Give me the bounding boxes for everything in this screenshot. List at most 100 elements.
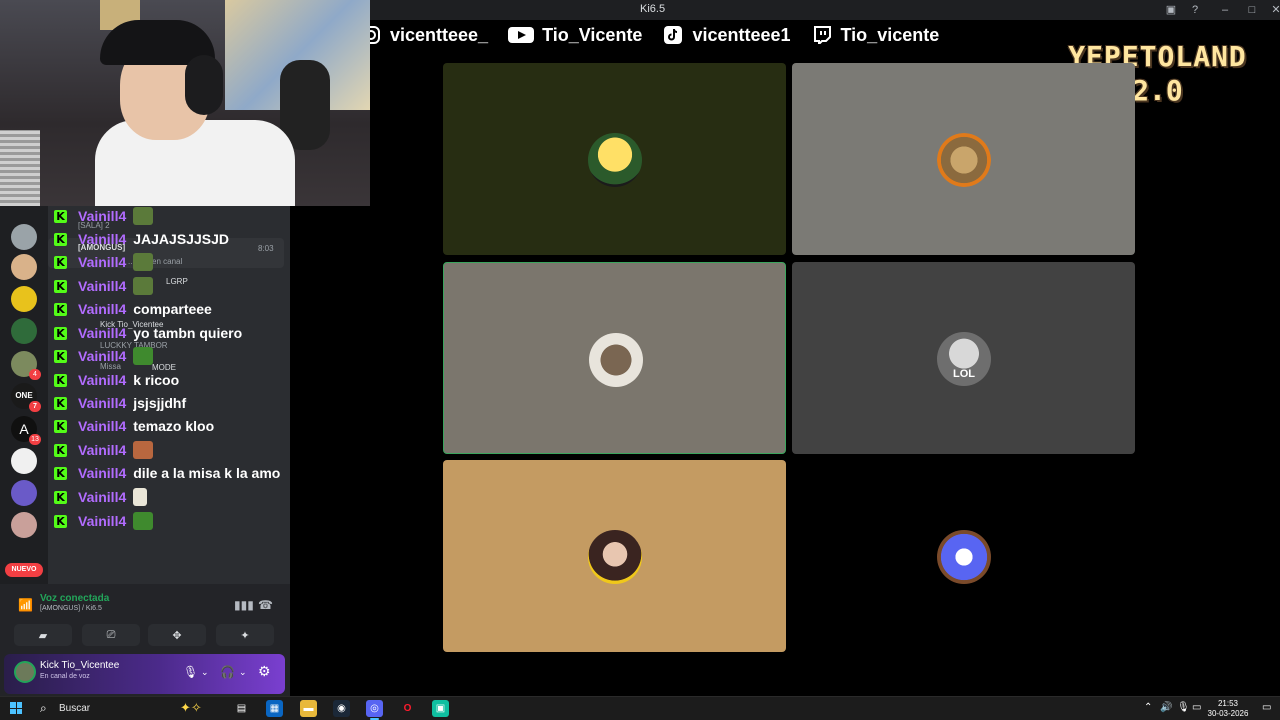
microphone-icon[interactable]: 🎙 — [183, 665, 198, 679]
chevron-down-icon[interactable]: ⌄ — [239, 667, 247, 678]
discord-icon[interactable]: ◎ — [366, 700, 383, 720]
tile-user-1[interactable] — [443, 63, 786, 255]
goose-emote — [133, 488, 148, 506]
signal-icon[interactable]: 📶 — [18, 598, 33, 612]
chat-message: K Vainill4 comparteee — [54, 299, 212, 319]
tile-user-6[interactable] — [792, 460, 1135, 652]
chevron-down-icon[interactable]: ⌄ — [201, 667, 209, 678]
ghost-lgrp: LGRP — [166, 277, 188, 286]
system-clock[interactable]: 21:53 30-03-2026 — [1206, 699, 1250, 719]
participant-avatar — [588, 133, 642, 187]
participant-avatar — [588, 530, 642, 584]
file-explorer-icon[interactable]: ▬ — [300, 700, 317, 717]
unread-badge: 4 — [29, 369, 41, 380]
kick-icon: K — [54, 419, 67, 433]
window-title: Ki6.5 — [640, 3, 666, 15]
sparkle-icon[interactable]: ✦✧ — [180, 700, 202, 716]
minimize-icon[interactable]: – — [1218, 3, 1232, 17]
chat-username: Vainill4 — [78, 348, 127, 364]
chevron-up-icon[interactable]: ⌃ — [1144, 702, 1152, 713]
disconnect-icon[interactable]: ☎ — [258, 598, 273, 612]
server-icon-one[interactable]: ONE 7 — [11, 383, 41, 412]
headphones — [185, 55, 223, 115]
tile-user-5[interactable] — [443, 460, 786, 652]
activities-button[interactable]: ✥ — [148, 624, 206, 646]
windows-start-icon[interactable] — [10, 702, 22, 714]
avatar-caption: LOL — [953, 368, 975, 380]
pepe-emote — [133, 347, 154, 365]
chat-text: comparteee — [133, 301, 212, 317]
task-view-icon[interactable]: ▤ — [233, 700, 250, 717]
kick-icon: K — [54, 396, 67, 410]
help-icon[interactable]: ? — [1188, 3, 1202, 17]
youtube-handle: Tio_Vicente — [542, 24, 643, 45]
chat-message: K Vainill4 — [54, 206, 154, 226]
server-icon[interactable] — [11, 224, 37, 250]
social-tiktok: vicentteee1 — [662, 24, 791, 46]
unread-badge: 7 — [29, 401, 41, 412]
network-icon[interactable]: ▭ — [1192, 702, 1201, 713]
soundboard-button[interactable]: ✦ — [216, 624, 274, 646]
avatar[interactable] — [14, 661, 36, 683]
chat-username: Vainill4 — [78, 278, 127, 294]
server-icon[interactable] — [11, 448, 37, 474]
server-icon[interactable] — [11, 512, 37, 538]
chat-username: Vainill4 — [78, 301, 127, 317]
frog-emote — [133, 207, 154, 225]
tile-user-4[interactable]: LOL — [792, 262, 1135, 454]
noise-suppression-icon[interactable]: ▮▮▮ — [234, 598, 254, 612]
chat-username: Vainill4 — [78, 395, 127, 411]
tile-user-3[interactable] — [443, 262, 786, 454]
ghost-time: 8:03 — [258, 244, 274, 253]
new-servers-pill[interactable]: NUEVO — [5, 563, 43, 577]
social-youtube: Tio_Vicente — [508, 25, 642, 46]
tiktok-handle: vicentteee1 — [692, 24, 791, 45]
close-icon[interactable]: ✕ — [1269, 3, 1280, 17]
tile-user-2[interactable] — [792, 63, 1135, 255]
chat-username: Vainill4 — [78, 325, 127, 341]
pepe-emote — [133, 512, 154, 530]
headphones-icon[interactable]: 🎧 — [220, 665, 235, 679]
store-icon[interactable]: ▦ — [266, 700, 283, 717]
server-icon[interactable]: 4 — [11, 351, 41, 380]
chat-message: K Vainill4 temazo kloo — [54, 416, 214, 436]
inbox-icon[interactable]: ▣ — [1164, 3, 1178, 17]
chat-message: K Vainill4 — [54, 252, 154, 272]
social-instagram: vicentteee_ — [360, 25, 488, 46]
screen-share-icon: ⎚ — [106, 628, 116, 641]
chat-message: K Vainill4 — [54, 487, 148, 507]
server-icon[interactable] — [11, 318, 37, 344]
microphone-icon[interactable]: 🎙 — [1177, 702, 1190, 713]
maximize-icon[interactable]: □ — [1245, 3, 1259, 17]
participant-avatar — [937, 133, 991, 187]
soundboard-icon: ✦ — [240, 629, 250, 642]
kick-icon: K — [54, 302, 67, 316]
screen-share-button[interactable]: ⎚ — [82, 624, 140, 646]
chat-username: Vainill4 — [78, 489, 127, 505]
voice-channel[interactable]: [AMONGUS] / Ki6.5 — [40, 605, 102, 612]
chat-message: K Vainill4 k ricoo — [54, 370, 179, 390]
search-icon[interactable]: ⌕ — [40, 701, 47, 716]
voice-status[interactable]: Voz conectada — [40, 593, 109, 604]
chat-message: K Vainill4 yo tambn quiero — [54, 323, 242, 343]
search-box[interactable]: Buscar — [59, 703, 90, 714]
volume-icon[interactable]: 🔊 — [1160, 702, 1172, 713]
notification-icon[interactable]: ▭ — [1262, 702, 1271, 713]
user-name[interactable]: Kick Tio_Vicentee — [40, 660, 119, 671]
chat-username: Vainill4 — [78, 254, 127, 270]
server-icon[interactable] — [11, 480, 37, 506]
settings-gear-icon[interactable]: ⚙ — [258, 663, 271, 680]
server-icon[interactable] — [11, 254, 37, 280]
steam-icon[interactable]: ◉ — [333, 700, 350, 717]
camera-button[interactable]: ▰ — [14, 624, 72, 646]
app-icon[interactable]: ▣ — [432, 700, 449, 717]
streamer — [95, 10, 295, 206]
server-icon[interactable] — [11, 286, 37, 312]
server-list: 4 ONE 7 A 13 — [0, 206, 48, 584]
chat-username: Vainill4 — [78, 208, 127, 224]
chat-text: yo tambn quiero — [133, 325, 243, 341]
opera-icon[interactable]: O — [399, 700, 416, 717]
server-icon-a[interactable]: A 13 — [11, 416, 41, 445]
chat-message: K Vainill4 — [54, 346, 154, 366]
kick-icon: K — [54, 209, 67, 223]
